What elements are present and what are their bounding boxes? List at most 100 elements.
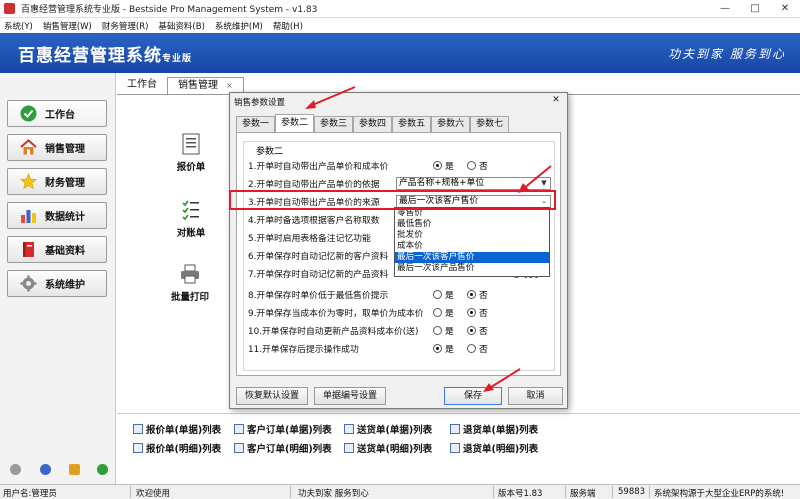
tab-param-3[interactable]: 参数三 — [314, 116, 354, 132]
brand-edition: 专业版 — [162, 54, 193, 64]
status-motto: 功夫到家 服务到心 — [298, 489, 369, 499]
dropdown-option[interactable]: 最后一次该产品售价 — [395, 263, 549, 274]
row9-yes-radio[interactable]: 是 — [433, 306, 454, 319]
highlight-box — [229, 190, 556, 210]
tab-param-1[interactable]: 参数一 — [236, 116, 276, 132]
menu-bar: 系统(Y) 销售管理(W) 财务管理(R) 基础资料(B) 系统维护(M) 帮助… — [0, 18, 800, 33]
tab-param-5[interactable]: 参数五 — [392, 116, 432, 132]
refresh-icon[interactable] — [97, 464, 108, 475]
numbering-settings-button[interactable]: 单据编号设置 — [314, 387, 386, 405]
menu-maintenance[interactable]: 系统维护(M) — [215, 20, 263, 32]
quick-icons — [0, 456, 116, 484]
app-icon — [4, 3, 15, 14]
radio-label: 否 — [479, 162, 488, 172]
radio-label: 是 — [445, 309, 454, 319]
note-icon[interactable] — [69, 464, 80, 475]
radio-label: 否 — [479, 327, 488, 337]
tab-param-7[interactable]: 参数七 — [470, 116, 510, 132]
group-label: 参数二 — [254, 144, 286, 157]
menu-help[interactable]: 帮助(H) — [273, 20, 303, 32]
sidebar-item-label: 财务管理 — [45, 178, 85, 189]
book-icon — [20, 241, 37, 258]
document-icon — [181, 133, 201, 155]
home-icon — [20, 139, 37, 156]
link-label: 客户订单(明细)列表 — [247, 444, 332, 455]
row10-yes-radio[interactable]: 是 — [433, 324, 454, 337]
setting-row-1: 1.开单时自动带出产品单价和成本价 — [248, 162, 389, 172]
sidebar-item-basic-data[interactable]: 基础资料 — [7, 236, 107, 263]
link-quote-detail[interactable]: 报价单(明细)列表 — [133, 441, 221, 455]
quote-shortcut[interactable]: 报价单 — [156, 133, 226, 173]
link-label: 退货单(单据)列表 — [463, 425, 539, 436]
check-circle-icon — [20, 105, 37, 122]
user-icon[interactable] — [10, 464, 21, 475]
minimize-button[interactable]: — — [710, 0, 740, 18]
sidebar-item-maintenance[interactable]: 系统维护 — [7, 270, 107, 297]
setting-row-7: 7.开单保存时自动记忆新的产品资料 — [248, 270, 389, 280]
radio-dot — [467, 290, 476, 299]
row1-yes-radio[interactable]: 是 — [433, 159, 454, 172]
menu-system[interactable]: 系统(Y) — [4, 20, 33, 32]
radio-dot — [467, 344, 476, 353]
row8-no-radio[interactable]: 否 — [467, 288, 488, 301]
row10-no-radio[interactable]: 否 — [467, 324, 488, 337]
annotation-arrow-tab — [305, 86, 356, 109]
radio-dot — [433, 326, 442, 335]
menu-finance[interactable]: 财务管理(R) — [102, 20, 149, 32]
sidebar-item-finance[interactable]: 财务管理 — [7, 168, 107, 195]
maximize-button[interactable]: □ — [740, 0, 770, 18]
restore-defaults-button[interactable]: 恢复默认设置 — [236, 387, 308, 405]
dropdown-option-selected[interactable]: 最后一次该客户售价 — [395, 252, 549, 263]
status-note: 系统架构源于大型企业ERP的系统! — [654, 489, 785, 499]
link-delivery-list[interactable]: 送货单(单据)列表 — [344, 422, 432, 436]
sidebar-item-workbench[interactable]: 工作台 — [7, 100, 107, 127]
tab-workbench[interactable]: 工作台 — [117, 76, 167, 94]
batch-print-label: 批量打印 — [170, 292, 209, 303]
dropdown-option[interactable]: 最低售价 — [395, 219, 549, 230]
sidebar-item-statistics[interactable]: 数据统计 — [7, 202, 107, 229]
link-return-list[interactable]: 退货单(单据)列表 — [450, 422, 538, 436]
list-icon — [344, 424, 354, 434]
tab-param-6[interactable]: 参数六 — [431, 116, 471, 132]
dropdown-option[interactable]: 批发价 — [395, 230, 549, 241]
link-order-detail[interactable]: 客户订单(明细)列表 — [234, 441, 332, 455]
setting-row-8: 8.开单保存时单价低于最低售价提示 — [248, 291, 389, 301]
menu-basic-data[interactable]: 基础资料(B) — [158, 20, 204, 32]
dropdown-option[interactable]: 成本价 — [395, 241, 549, 252]
row8-yes-radio[interactable]: 是 — [433, 288, 454, 301]
tab-close-icon[interactable]: × — [226, 81, 233, 90]
row1-no-radio[interactable]: 否 — [467, 159, 488, 172]
bar-chart-icon — [20, 207, 37, 224]
link-label: 客户订单(单据)列表 — [247, 425, 332, 436]
radio-dot — [433, 290, 442, 299]
row9-no-radio[interactable]: 否 — [467, 306, 488, 319]
tab-param-4[interactable]: 参数四 — [353, 116, 393, 132]
sidebar-item-label: 系统维护 — [45, 280, 85, 291]
link-label: 送货单(明细)列表 — [357, 444, 433, 455]
row11-yes-radio[interactable]: 是 — [433, 342, 454, 355]
radio-label: 否 — [479, 309, 488, 319]
list-icon — [450, 424, 460, 434]
reconcile-shortcut[interactable]: 对账单 — [156, 199, 226, 239]
link-order-list[interactable]: 客户订单(单据)列表 — [234, 422, 332, 436]
tab-param-2[interactable]: 参数二 — [275, 114, 315, 132]
batch-print-shortcut[interactable]: 批量打印 — [155, 263, 225, 303]
dialog-close-icon[interactable]: ✕ — [549, 94, 563, 106]
link-quote-list[interactable]: 报价单(单据)列表 — [133, 422, 221, 436]
sidebar-item-label: 工作台 — [45, 110, 75, 121]
radio-label: 是 — [445, 345, 454, 355]
window-title: 百惠经营管理系统专业版 - Bestside Pro Management Sy… — [21, 5, 318, 15]
sidebar-item-sales[interactable]: 销售管理 — [7, 134, 107, 161]
radio-dot — [467, 326, 476, 335]
menu-sales[interactable]: 销售管理(W) — [43, 20, 92, 32]
info-icon[interactable] — [40, 464, 51, 475]
row11-no-radio[interactable]: 否 — [467, 342, 488, 355]
link-return-detail[interactable]: 退货单(明细)列表 — [450, 441, 538, 455]
tab-strip: 工作台 销售管理 × — [117, 76, 244, 94]
close-window-button[interactable]: ✕ — [770, 0, 800, 18]
link-delivery-detail[interactable]: 送货单(明细)列表 — [344, 441, 432, 455]
list-icon — [133, 424, 143, 434]
window-title-bar: 百惠经营管理系统专业版 - Bestside Pro Management Sy… — [0, 0, 800, 18]
list-icon — [133, 443, 143, 453]
banner-slogan: 功夫到家 服务到心 — [668, 47, 786, 61]
